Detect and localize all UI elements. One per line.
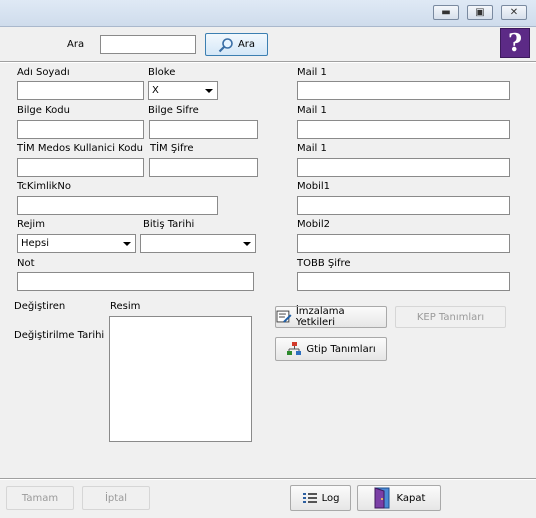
rejim-select[interactable]: Hepsi bbox=[17, 234, 136, 253]
bloke-select[interactable]: X bbox=[148, 81, 218, 100]
tckimlik-input[interactable] bbox=[17, 196, 218, 215]
adi-soyadi-label: Adı Soyadı bbox=[17, 67, 70, 78]
log-label: Log bbox=[321, 492, 340, 504]
imzalama-yetkileri-button[interactable]: İmzalama Yetkileri bbox=[275, 306, 387, 328]
tamam-label: Tamam bbox=[21, 492, 59, 504]
help-button[interactable]: ? bbox=[500, 28, 530, 58]
search-input[interactable] bbox=[100, 35, 196, 54]
tim-medos-input[interactable] bbox=[17, 158, 144, 177]
mobil1-input[interactable] bbox=[297, 196, 510, 215]
mail1-input-c[interactable] bbox=[297, 158, 510, 177]
degistirilme-tarihi-label: Değiştirilme Tarihi bbox=[14, 330, 105, 341]
log-button[interactable]: Log bbox=[290, 485, 351, 511]
bilge-kodu-input[interactable] bbox=[17, 120, 144, 139]
chevron-down-icon bbox=[205, 89, 213, 93]
rejim-label: Rejim bbox=[17, 219, 45, 230]
bitis-tarihi-label: Bitiş Tarihi bbox=[143, 219, 195, 230]
list-icon bbox=[302, 493, 317, 503]
bilge-kodu-label: Bilge Kodu bbox=[17, 105, 70, 116]
bilge-sifre-label: Bilge Sifre bbox=[148, 105, 199, 116]
hierarchy-icon bbox=[287, 342, 302, 355]
mail1-label-b: Mail 1 bbox=[297, 105, 327, 116]
mail1-label-c: Mail 1 bbox=[297, 143, 327, 154]
divider-top bbox=[0, 61, 536, 63]
iptal-button[interactable]: İptal bbox=[82, 486, 150, 510]
iptal-label: İptal bbox=[104, 492, 128, 504]
bloke-value: X bbox=[152, 85, 159, 96]
mobil2-input[interactable] bbox=[297, 234, 510, 253]
tim-medos-label: TİM Medos Kullanici Kodu bbox=[17, 143, 144, 154]
close-window-button[interactable]: ✕ bbox=[501, 5, 527, 20]
search-label: Ara bbox=[67, 39, 85, 50]
maximize-button[interactable]: ▣ bbox=[467, 5, 493, 20]
tobb-sifre-input[interactable] bbox=[297, 272, 510, 291]
mail1-input-a[interactable] bbox=[297, 81, 510, 100]
bitis-tarihi-select[interactable] bbox=[140, 234, 256, 253]
kapat-label: Kapat bbox=[396, 492, 426, 504]
bilge-sifre-input[interactable] bbox=[149, 120, 258, 139]
gtip-tanimlari-button[interactable]: Gtip Tanımları bbox=[275, 337, 387, 361]
maximize-icon: ▣ bbox=[475, 7, 485, 18]
search-button[interactable]: Ara bbox=[205, 33, 268, 56]
chevron-down-icon bbox=[123, 242, 131, 246]
tamam-button[interactable]: Tamam bbox=[6, 486, 74, 510]
bloke-label: Bloke bbox=[148, 67, 176, 78]
minimize-icon: ▬ bbox=[441, 7, 451, 18]
not-input[interactable] bbox=[17, 272, 254, 291]
adi-soyadi-input[interactable] bbox=[17, 81, 144, 100]
divider-bottom bbox=[0, 478, 536, 480]
mobil1-label: Mobil1 bbox=[297, 181, 331, 192]
mail1-input-b[interactable] bbox=[297, 120, 510, 139]
chevron-down-icon bbox=[243, 242, 251, 246]
rejim-value: Hepsi bbox=[21, 238, 50, 249]
close-icon: ✕ bbox=[509, 7, 519, 18]
kep-label: KEP Tanımları bbox=[416, 311, 485, 323]
mobil2-label: Mobil2 bbox=[297, 219, 331, 230]
signature-icon bbox=[276, 310, 292, 323]
resim-picture-box[interactable] bbox=[109, 316, 252, 442]
search-button-label: Ara bbox=[237, 39, 256, 50]
resim-label: Resim bbox=[110, 301, 141, 312]
tobb-sifre-label: TOBB Şifre bbox=[297, 258, 351, 269]
degistiren-label: Değiştiren bbox=[14, 301, 66, 312]
tim-sifre-label: TİM Şifre bbox=[150, 143, 194, 154]
kep-tanimlari-button[interactable]: KEP Tanımları bbox=[395, 306, 506, 328]
exit-door-icon bbox=[374, 487, 390, 509]
not-label: Not bbox=[17, 258, 35, 269]
imzalama-label: İmzalama Yetkileri bbox=[295, 306, 345, 328]
tckimlik-label: TcKimlikNo bbox=[17, 181, 71, 192]
kapat-button[interactable]: Kapat bbox=[357, 485, 441, 511]
tim-sifre-input[interactable] bbox=[149, 158, 258, 177]
gtip-label: Gtip Tanımları bbox=[306, 343, 376, 355]
minimize-button[interactable]: ▬ bbox=[433, 5, 459, 20]
magnifier-icon bbox=[218, 37, 233, 52]
mail1-label-a: Mail 1 bbox=[297, 67, 327, 78]
question-mark-icon: ? bbox=[507, 28, 523, 57]
